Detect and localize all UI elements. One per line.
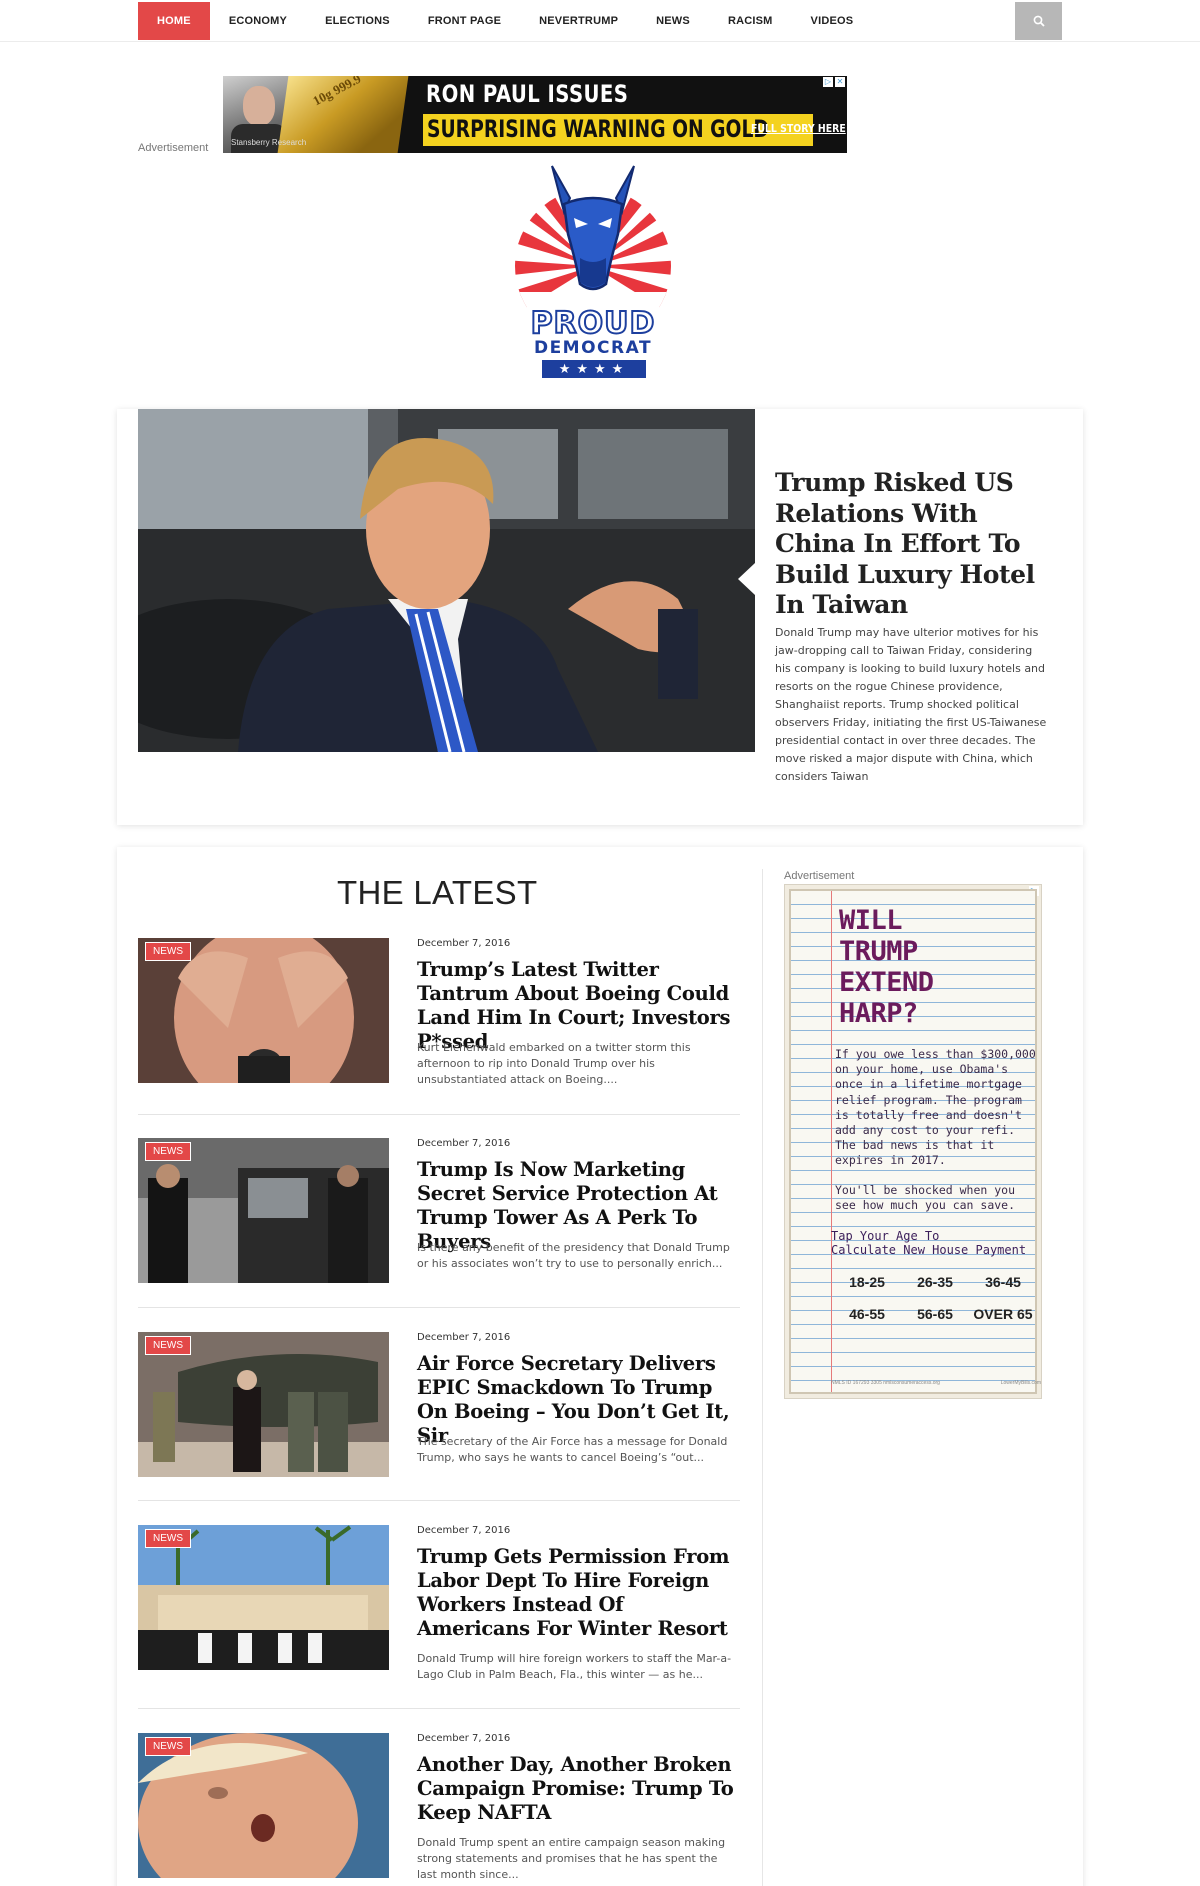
- article-separator: [138, 1114, 740, 1115]
- nav-menu: HOME ECONOMY ELECTIONS FRONT PAGE NEVERT…: [138, 2, 872, 40]
- age-option-46-55[interactable]: 46-55: [833, 1306, 901, 1322]
- article-date: December 7, 2016: [417, 1525, 511, 1536]
- age-option-36-45[interactable]: 36-45: [969, 1274, 1037, 1290]
- nav-item-videos[interactable]: VIDEOS: [792, 2, 873, 40]
- ad-headline-extend: EXTEND: [839, 967, 934, 998]
- article-thumbnail[interactable]: NEWS: [138, 938, 389, 1083]
- nav-item-racism[interactable]: RACISM: [709, 2, 792, 40]
- donkey-sunburst-icon: [515, 165, 671, 312]
- ad-cta-link[interactable]: FULL STORY HERE: [751, 122, 846, 135]
- nav-item-economy[interactable]: ECONOMY: [210, 2, 306, 40]
- ad-body-text: If you owe less than $300,000 on your ho…: [835, 1047, 1036, 1168]
- article-thumbnail[interactable]: NEWS: [138, 1138, 389, 1283]
- article-excerpt: The secretary of the Air Force has a mes…: [417, 1435, 728, 1464]
- ad-footer-brand: LowerMyBills.com: [1000, 1380, 1041, 1386]
- ad-body-text-2: You'll be shocked when you see how much …: [835, 1183, 1016, 1213]
- article-excerpt: Kurt Eichenwald embarked on a twitter st…: [417, 1041, 691, 1086]
- nav-item-home[interactable]: HOME: [138, 2, 210, 40]
- ad-headline-will: WILL: [839, 905, 903, 936]
- article-excerpt: Is there any benefit of the presidency t…: [417, 1241, 730, 1270]
- featured-article-title[interactable]: Trump Risked US Relations With China In …: [775, 468, 1065, 621]
- logo-stars: ★★★★: [542, 360, 646, 378]
- article-title[interactable]: Another Day, Another Broken Campaign Pro…: [417, 1753, 739, 1825]
- nav-item-elections[interactable]: ELECTIONS: [306, 2, 409, 40]
- article-item: NEWS December 7, 2016 Air Force Secretar…: [138, 1332, 740, 1482]
- featured-photo: [138, 409, 755, 752]
- age-option-over-65[interactable]: OVER 65: [969, 1306, 1037, 1322]
- nav-item-news[interactable]: NEWS: [637, 2, 709, 40]
- ad-headline-line2: SURPRISING WARNING ON GOLD: [427, 115, 769, 143]
- top-banner-ad[interactable]: 10g 999.9 RON PAUL ISSUES SURPRISING WAR…: [223, 76, 847, 153]
- ad-notepaper: WILL TRUMP EXTEND HARP? If you owe less …: [789, 889, 1041, 1394]
- category-badge[interactable]: NEWS: [145, 1529, 191, 1548]
- column-divider: [762, 869, 763, 1886]
- ad-tap-line2: Calculate New House Payment: [831, 1243, 1027, 1257]
- nav-item-nevertrump[interactable]: NEVERTRUMP: [520, 2, 637, 40]
- category-badge[interactable]: NEWS: [145, 942, 191, 961]
- article-date: December 7, 2016: [417, 1332, 511, 1343]
- logo-text-democrat: DEMOCRAT: [533, 338, 653, 358]
- top-navigation: HOME ECONOMY ELECTIONS FRONT PAGE NEVERT…: [0, 0, 1200, 42]
- ad-sponsor: Stansberry Research: [231, 138, 307, 147]
- article-excerpt: Donald Trump will hire foreign workers t…: [417, 1652, 732, 1681]
- search-button[interactable]: [1015, 2, 1062, 40]
- ad-footer-license: NMLS ID 167293 3305 nmlsconsumeraccess.o…: [831, 1380, 940, 1386]
- article-thumbnail[interactable]: NEWS: [138, 1733, 389, 1878]
- ad-headline-line1: RON PAUL ISSUES: [426, 80, 629, 108]
- side-ad[interactable]: ▷ WILL TRUMP EXTEND HARP? If you owe les…: [784, 884, 1042, 1399]
- age-options: 18-25 26-35 36-45 46-55 56-65 OVER 65: [833, 1274, 1037, 1322]
- featured-article-image[interactable]: [138, 409, 755, 752]
- search-icon: [1033, 15, 1045, 27]
- adchoices-controls[interactable]: ▷ ✕: [823, 77, 845, 87]
- article-title[interactable]: Trump Gets Permission From Labor Dept To…: [417, 1545, 739, 1641]
- top-ad-label: Advertisement: [138, 142, 209, 154]
- ad-headline-trump: TRUMP: [839, 936, 918, 967]
- close-icon[interactable]: ✕: [835, 77, 845, 87]
- age-option-26-35[interactable]: 26-35: [901, 1274, 969, 1290]
- article-date: December 7, 2016: [417, 1138, 511, 1149]
- article-item: NEWS December 7, 2016 Another Day, Anoth…: [138, 1733, 740, 1883]
- site-logo[interactable]: PROUD DEMOCRAT ★★★★: [514, 162, 672, 380]
- article-separator: [138, 1500, 740, 1501]
- category-badge[interactable]: NEWS: [145, 1737, 191, 1756]
- article-excerpt: Donald Trump spent an entire campaign se…: [417, 1836, 726, 1881]
- article-separator: [138, 1307, 740, 1308]
- adchoices-icon[interactable]: ▷: [823, 77, 833, 87]
- article-thumbnail[interactable]: NEWS: [138, 1525, 389, 1670]
- category-badge[interactable]: NEWS: [145, 1336, 191, 1355]
- article-date: December 7, 2016: [417, 1733, 511, 1744]
- latest-heading: THE LATEST: [337, 874, 538, 911]
- ad-headline-harp: HARP?: [839, 998, 918, 1029]
- feature-pointer: [738, 563, 755, 595]
- ad-footer: NMLS ID 167293 3305 nmlsconsumeraccess.o…: [831, 1380, 1041, 1386]
- side-ad-label: Advertisement: [784, 870, 855, 882]
- article-item: NEWS December 7, 2016 Trump’s Latest Twi…: [138, 938, 740, 1088]
- featured-article-excerpt: Donald Trump may have ulterior motives f…: [775, 626, 1047, 783]
- age-option-56-65[interactable]: 56-65: [901, 1306, 969, 1322]
- nav-item-front-page[interactable]: FRONT PAGE: [409, 2, 520, 40]
- logo-text-proud: PROUD: [530, 305, 656, 342]
- age-option-18-25[interactable]: 18-25: [833, 1274, 901, 1290]
- article-date: December 7, 2016: [417, 938, 511, 949]
- article-thumbnail[interactable]: NEWS: [138, 1332, 389, 1477]
- article-item: NEWS December 7, 2016 Trump Is Now Marke…: [138, 1138, 740, 1288]
- category-badge[interactable]: NEWS: [145, 1142, 191, 1161]
- article-item: NEWS December 7, 2016 Trump Gets Permiss…: [138, 1525, 740, 1695]
- ad-tap-line1: Tap Your Age To: [831, 1229, 940, 1243]
- article-separator: [138, 1708, 740, 1709]
